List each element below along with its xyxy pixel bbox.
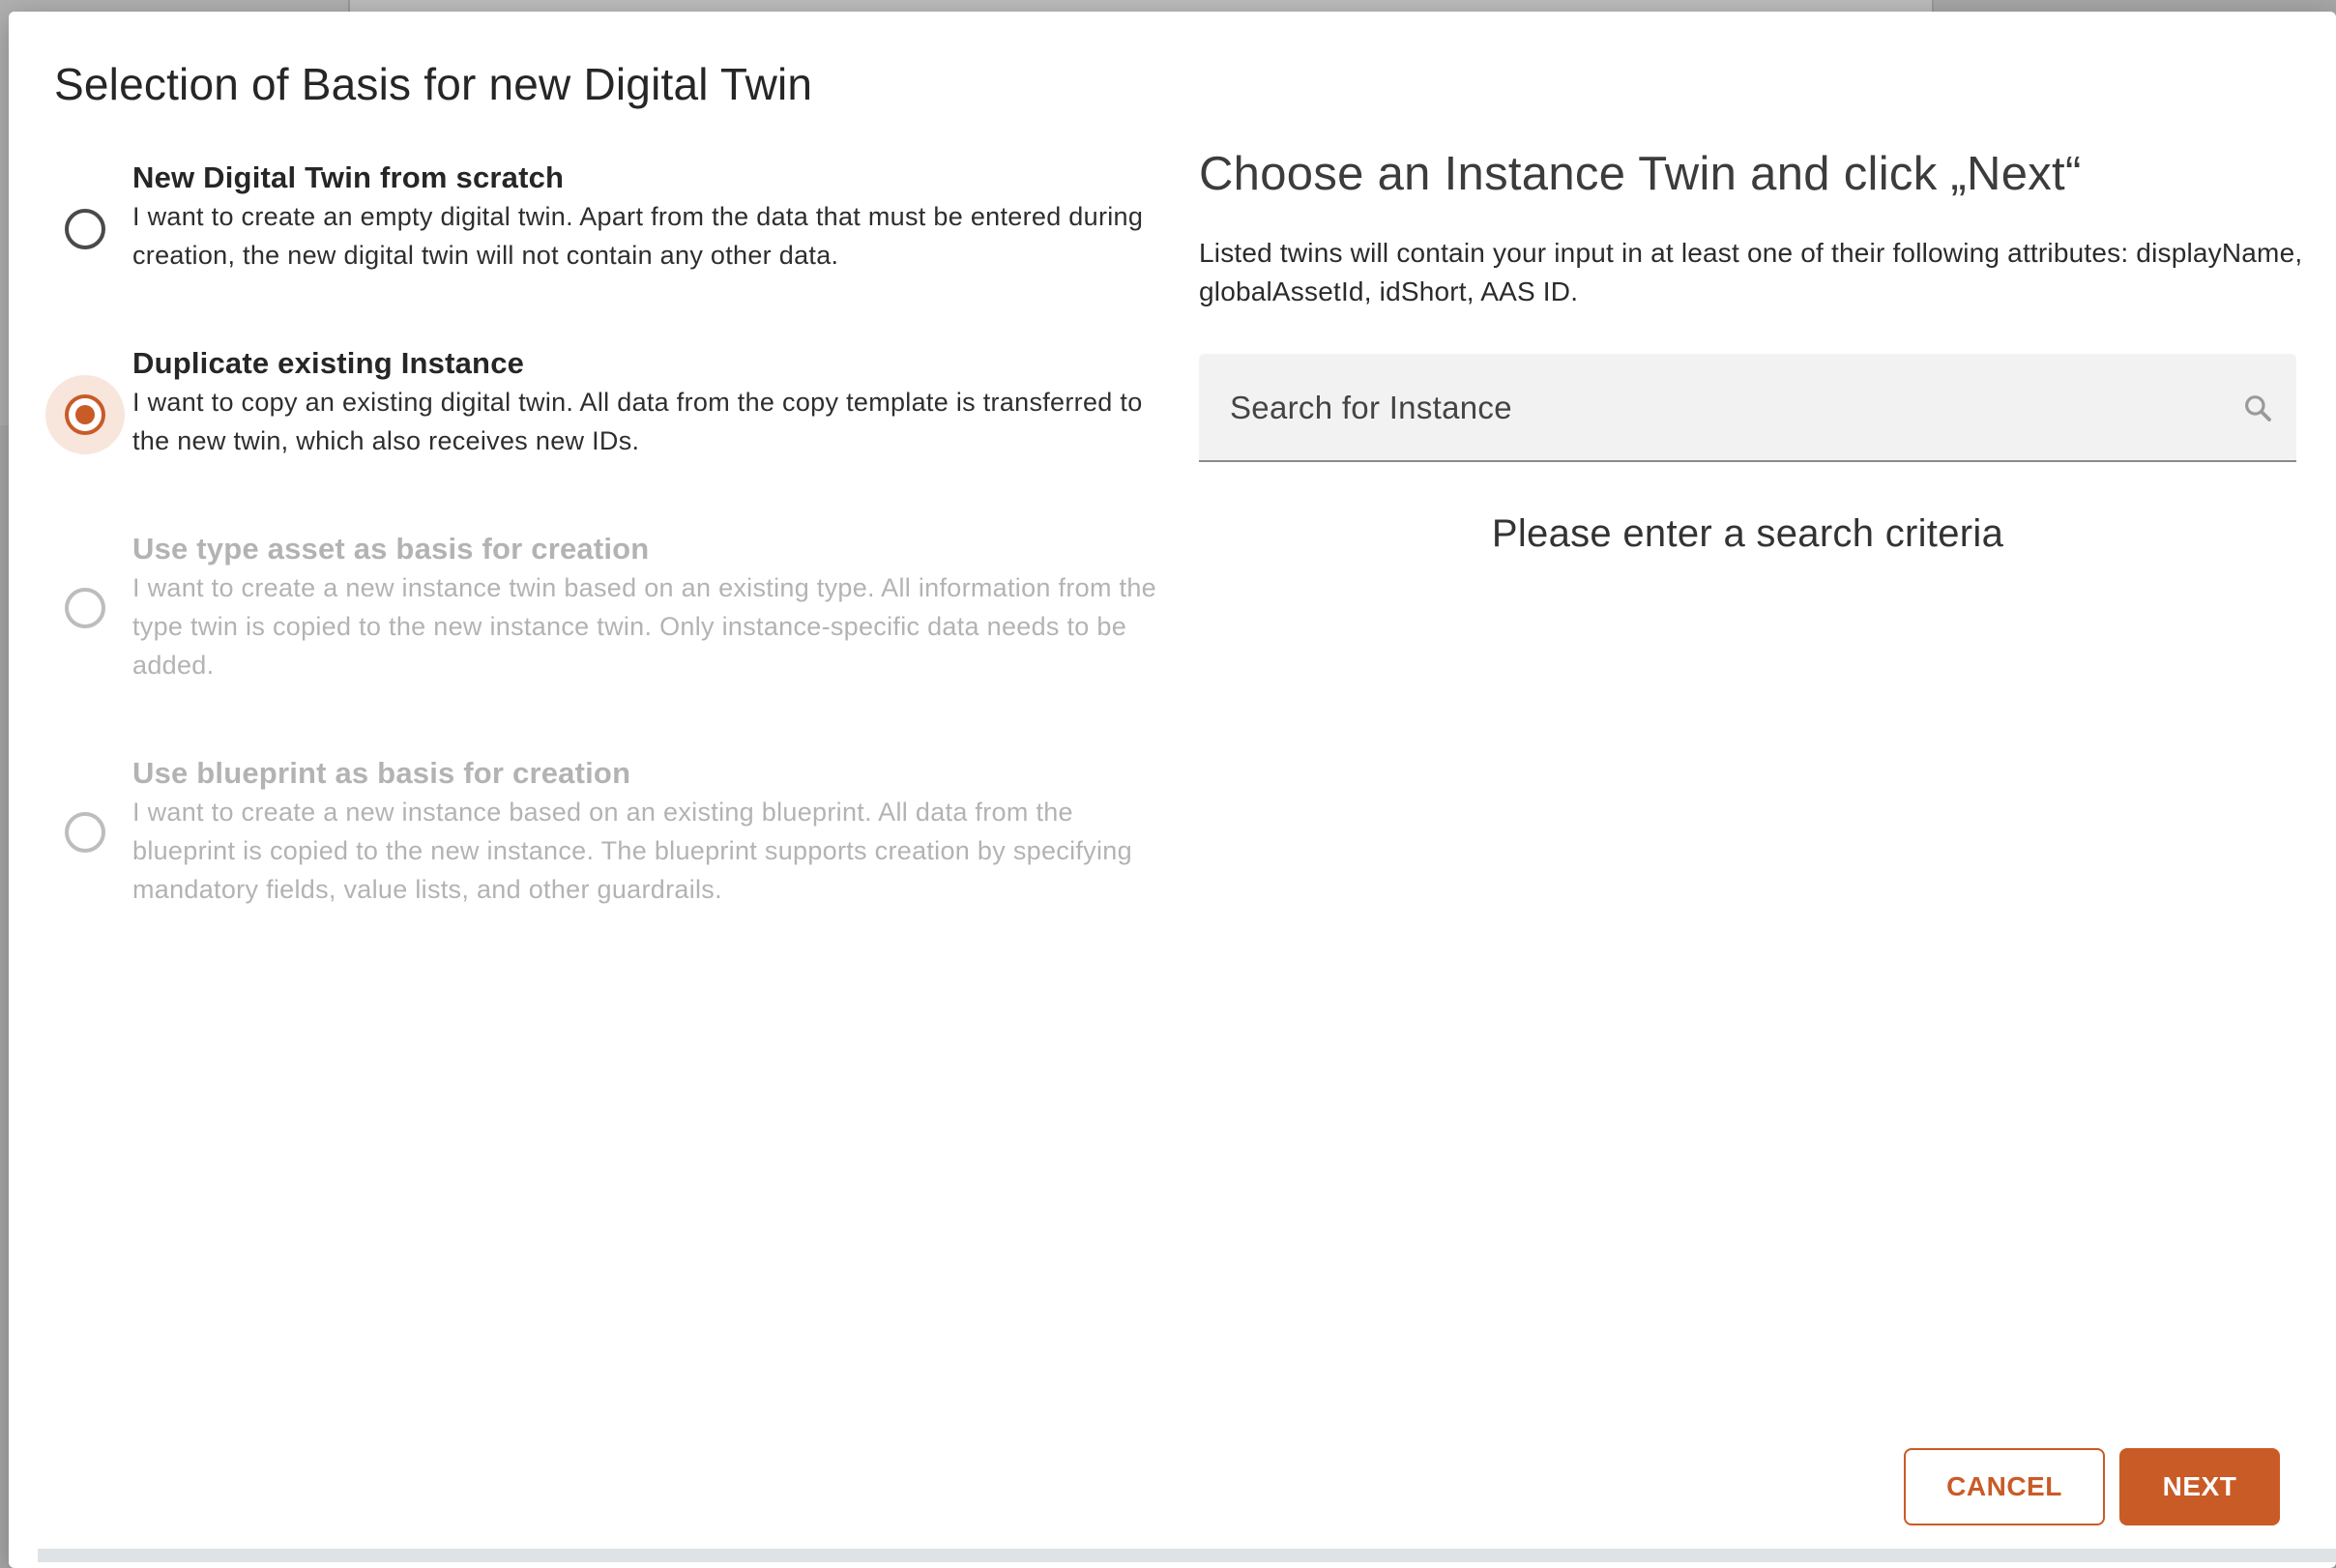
option-title: Use type asset as basis for creation [132,532,650,566]
option-blueprint: Use blueprint as basis for creation I wa… [36,754,1177,909]
radio-duplicate-instance[interactable] [65,394,105,435]
option-description: I want to copy an existing digital twin.… [132,388,1143,455]
option-title: New Digital Twin from scratch [132,160,565,194]
panel-description: Listed twins will contain your input in … [1199,238,2303,306]
option-description: I want to create a new instance based on… [132,798,1132,904]
search-icon[interactable] [2242,392,2273,423]
option-new-from-scratch[interactable]: New Digital Twin from scratch I want to … [36,159,1177,275]
radio-blueprint [65,812,105,853]
option-title: Use blueprint as basis for creation [132,756,631,790]
option-type-asset: Use type asset as basis for creation I w… [36,530,1177,684]
search-input[interactable] [1230,383,2197,433]
panel-heading: Choose an Instance Twin and click „Next“ [1199,148,2082,200]
instance-search-panel: Choose an Instance Twin and click „Next“… [1199,147,2311,555]
empty-search-message: Please enter a search criteria [1491,512,2004,555]
option-description: I want to create an empty digital twin. … [132,202,1144,270]
next-button[interactable]: NEXT [2119,1448,2280,1525]
horizontal-scrollbar[interactable] [38,1549,2336,1562]
dialog-title: Selection of Basis for new Digital Twin [54,59,813,109]
radio-new-from-scratch[interactable] [65,209,105,249]
option-duplicate-instance[interactable]: Duplicate existing Instance I want to co… [36,344,1177,460]
option-title: Duplicate existing Instance [132,346,525,380]
cancel-button[interactable]: CANCEL [1904,1448,2105,1525]
search-field[interactable] [1199,354,2296,462]
radio-type-asset [65,588,105,628]
option-description: I want to create a new instance twin bas… [132,573,1156,680]
selection-dialog: Selection of Basis for new Digital Twin … [9,12,2336,1568]
